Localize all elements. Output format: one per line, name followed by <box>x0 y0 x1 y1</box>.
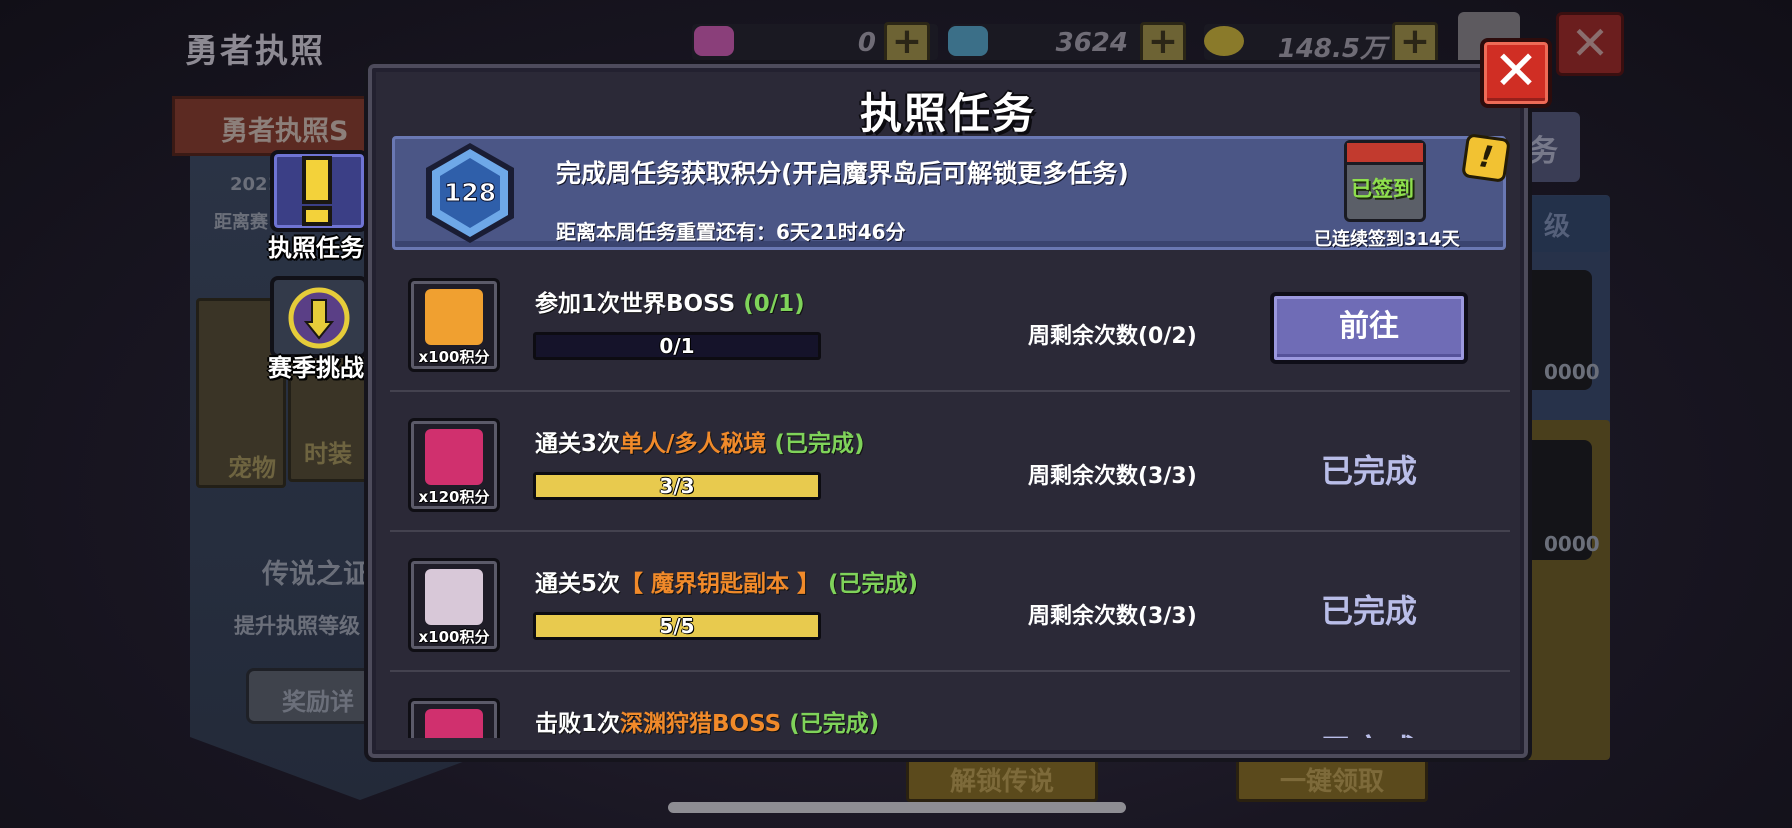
demon-key-icon: x100积分 <box>408 558 500 652</box>
task-row: x120积分 通关3次单人/多人秘境 (已完成) 3/3 周剩余次数(3/3) 已完成 <box>390 392 1510 532</box>
banner-ribbon: 勇者执照S <box>172 96 372 156</box>
task-row: 击败1次深渊狩猎BOSS (已完成) 已完成 <box>390 672 1510 738</box>
task-icon-art <box>425 569 483 625</box>
game-screen: 勇者执照 0 + 3624 + 148.5万 + ✕ 勇者执照S 2021 距离… <box>0 0 1792 828</box>
task-completed-label: 已完成 <box>1290 726 1448 738</box>
task-weekly-remaining: 周剩余次数(0/2) <box>1028 324 1197 349</box>
task-progress-text: 3/3 <box>659 474 695 498</box>
task-completed-label: 已完成 <box>1320 592 1417 630</box>
modal-title: 执照任务 <box>859 89 1036 138</box>
checkin-status: 已签到 <box>1351 177 1414 201</box>
task-progress-bar: 0/1 <box>533 332 821 360</box>
background-title: 勇者执照 <box>185 31 325 70</box>
task-icon-art <box>425 709 483 738</box>
fashion-card-label: 时装 <box>304 440 352 468</box>
task-completed-label: 已完成 <box>1320 452 1417 490</box>
points-hex-badge: 128 <box>426 143 514 243</box>
world-boss-chest-icon: x100积分 <box>408 278 500 372</box>
task-points: x120积分 <box>418 488 490 506</box>
currency-crystals-value: 3624 <box>1055 28 1128 58</box>
pet-card-label: 宠物 <box>228 454 276 482</box>
task-progress-text: 0/1 <box>659 334 695 358</box>
gold-coin-icon <box>1204 26 1244 56</box>
tab-license-tasks-label: 执照任务 <box>268 234 364 262</box>
task-title: 通关5次【 魔界钥匙副本 】 (已完成) <box>535 571 919 597</box>
home-indicator <box>668 802 1126 813</box>
secret-realm-portal-icon: x120积分 <box>408 418 500 512</box>
blue-gem-icon <box>948 26 988 56</box>
task-title: 参加1次世界BOSS (0/1) <box>535 291 805 317</box>
add-coins-button[interactable]: + <box>1392 22 1438 64</box>
task-title: 通关3次单人/多人秘境 (已完成) <box>535 431 865 457</box>
task-icon-art <box>425 429 483 485</box>
close-modal-button[interactable]: ✕ <box>1480 38 1552 108</box>
task-title: 击败1次深渊狩猎BOSS (已完成) <box>535 711 880 737</box>
task-points: x100积分 <box>418 628 490 646</box>
task-icon-art <box>425 289 483 345</box>
task-weekly-remaining: 周剩余次数(3/3) <box>1028 604 1197 629</box>
background-close-button[interactable]: ✕ <box>1556 12 1624 76</box>
season-emblem-icon <box>288 287 350 349</box>
points-value: 128 <box>444 178 496 207</box>
checkin-streak: 已连续签到314天 <box>1314 229 1460 250</box>
checkin-calendar-icon[interactable]: 已签到 <box>1344 140 1426 222</box>
task-progress-bar: 3/3 <box>533 472 821 500</box>
right-reward-value-1: 0000 <box>1544 360 1600 384</box>
add-gems-button[interactable]: + <box>884 22 930 64</box>
right-level-header: 级 <box>1520 196 1610 252</box>
tab-license-tasks[interactable] <box>270 150 368 232</box>
right-reward-value-2: 0000 <box>1544 532 1600 556</box>
task-progress-text: 5/5 <box>659 614 695 638</box>
currency-gems-value: 0 <box>857 28 876 58</box>
task-progress-bar: 5/5 <box>533 612 821 640</box>
task-row: x100积分 通关5次【 魔界钥匙副本 】 (已完成) 5/5 周剩余次数(3/3) 已… <box>390 532 1510 672</box>
tab-season-challenge-label: 赛季挑战 <box>268 354 364 382</box>
reset-countdown: 距离本周任务重置还有：6天21时46分 <box>556 220 906 244</box>
task-weekly-remaining: 周剩余次数(3/3) <box>1028 464 1197 489</box>
task-list[interactable]: x100积分 参加1次世界BOSS (0/1) 0/1 周剩余次数(0/2) 前往 x12… <box>390 252 1510 738</box>
legend-title: 传说之证 <box>262 559 370 590</box>
exclamation-icon <box>302 156 332 226</box>
season-distance-text: 距离赛 <box>214 212 268 233</box>
go-button[interactable]: 前往 <box>1270 292 1468 364</box>
tab-season-challenge[interactable] <box>270 276 368 358</box>
task-row: x100积分 参加1次世界BOSS (0/1) 0/1 周剩余次数(0/2) 前往 <box>390 252 1510 392</box>
upgrade-hint: 提升执照等级 <box>234 614 360 638</box>
summary-title: 完成周任务获取积分(开启魔界岛后可解锁更多任务) <box>556 159 1129 188</box>
reward-details-label: 奖励详 <box>282 688 354 716</box>
task-points: x100积分 <box>418 348 490 366</box>
abyss-hunt-icon <box>408 698 500 738</box>
purple-gem-icon <box>694 26 734 56</box>
banner-title: 勇者执照S <box>221 116 349 147</box>
alert-icon[interactable]: ! <box>1461 133 1511 183</box>
add-crystals-button[interactable]: + <box>1140 22 1186 64</box>
